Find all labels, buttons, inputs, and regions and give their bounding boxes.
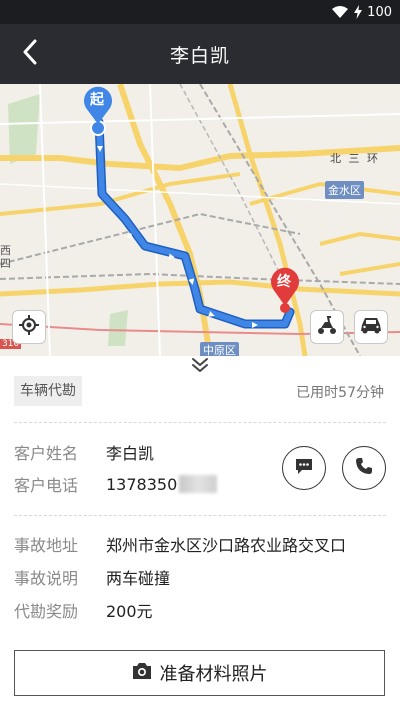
map-label-north-third-ring: 北 三 环: [330, 152, 380, 165]
wifi-icon: [331, 5, 349, 19]
divider: [14, 515, 386, 516]
service-type-badge: 车辆代勘: [14, 376, 82, 406]
status-bar: 100: [0, 0, 400, 24]
accident-address-label: 事故地址: [14, 536, 79, 555]
scooter-icon: [316, 314, 338, 340]
status-icons: 100: [331, 3, 392, 21]
reward-label: 代勘奖励: [14, 602, 79, 621]
map-label-zhongyuan: 中原区: [200, 342, 239, 356]
order-meta: 车辆代勘 已用时57分钟: [0, 376, 400, 408]
double-chevron-down-icon: [190, 356, 210, 378]
customer-phone-value: 1378350: [106, 474, 178, 494]
customer-phone-row: 客户电话 1378350: [14, 471, 218, 497]
locate-button[interactable]: [12, 310, 46, 344]
map-label-xisi: 西四: [0, 244, 11, 270]
customer-name-value: 李白凯: [106, 444, 155, 463]
phone-redaction: [179, 475, 218, 493]
divider: [14, 422, 386, 423]
message-icon: [294, 456, 314, 480]
message-button[interactable]: [282, 446, 326, 490]
reward-value: 200元: [106, 602, 153, 621]
locate-icon: [18, 314, 40, 340]
route-map[interactable]: 起 终 北 三 环 金水区 中原区 西四 310: [0, 84, 400, 356]
battery-level: 100: [367, 4, 392, 20]
accident-desc-value: 两车碰撞: [106, 569, 171, 588]
accident-address-value: 郑州市金水区沙口路农业路交叉口: [106, 536, 347, 555]
phone-icon: [354, 456, 374, 480]
car-mode-button[interactable]: [354, 310, 388, 344]
accident-desc-row: 事故说明 两车碰撞: [14, 564, 170, 590]
end-marker-label: 终: [277, 274, 291, 290]
prepare-photos-button[interactable]: 准备材料照片: [14, 650, 385, 696]
time-used: 已用时57分钟: [296, 385, 384, 401]
customer-name-label: 客户姓名: [14, 444, 79, 463]
accident-address-row: 事故地址 郑州市金水区沙口路农业路交叉口: [14, 531, 346, 557]
car-icon: [359, 315, 383, 339]
camera-icon: [132, 662, 152, 685]
nav-bar: 李白凯: [0, 24, 400, 84]
panel-collapse-toggle[interactable]: [0, 356, 400, 378]
map-label-jinshui: 金水区: [325, 181, 364, 199]
call-button[interactable]: [342, 446, 386, 490]
reward-row: 代勘奖励 200元: [14, 597, 153, 623]
accident-desc-label: 事故说明: [14, 569, 79, 588]
customer-name-row: 客户姓名 李白凯: [14, 439, 154, 465]
page-title: 李白凯: [169, 45, 230, 67]
customer-phone-label: 客户电话: [14, 476, 79, 495]
start-marker-label: 起: [90, 92, 104, 108]
scooter-mode-button[interactable]: [310, 310, 344, 344]
charging-icon: [354, 5, 363, 19]
prepare-photos-label: 准备材料照片: [159, 664, 268, 685]
